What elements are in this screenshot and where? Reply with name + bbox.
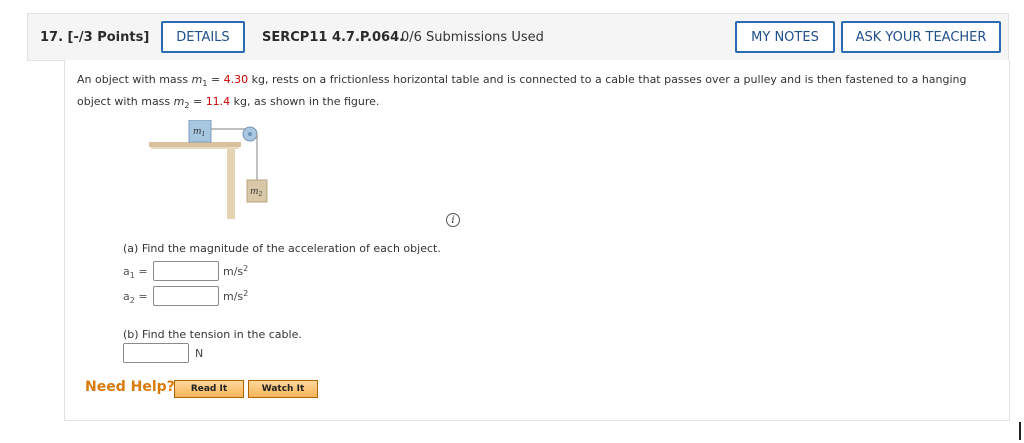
m1-subscript: 1 xyxy=(202,79,208,88)
problem-text-3: kg, as shown in the figure. xyxy=(230,95,380,108)
a1-answer-row: a1 = m/s2 xyxy=(123,260,248,282)
table-top xyxy=(149,142,241,147)
pulley-figure: m1 m2 xyxy=(149,120,268,219)
table-leg xyxy=(227,149,235,219)
part-b-prompt: (b) Find the tension in the cable. xyxy=(123,328,302,341)
problem-statement: An object with mass m1 = 4.30 kg, rests … xyxy=(77,69,997,113)
pulley-axle xyxy=(248,132,252,136)
m2-subscript: 2 xyxy=(184,101,190,110)
question-header: 17. [-/3 Points] DETAILS SERCP11 4.7.P.0… xyxy=(27,13,1009,61)
my-notes-button[interactable]: MY NOTES xyxy=(735,21,835,53)
submissions-count: 0/6 Submissions Used xyxy=(401,30,544,45)
m1-value: 4.30 xyxy=(223,73,249,86)
a1-unit: m/s2 xyxy=(223,263,249,278)
equals-2: = xyxy=(189,95,206,108)
a1-answer-input[interactable] xyxy=(153,261,219,281)
m2-symbol: m xyxy=(173,95,185,108)
part-a-prompt: (a) Find the magnitude of the accelerati… xyxy=(123,242,441,255)
info-icon[interactable]: i xyxy=(446,213,460,227)
equals-1: = xyxy=(207,73,224,86)
problem-text-1: An object with mass xyxy=(77,73,192,86)
m1-symbol: m xyxy=(191,73,203,86)
question-body: An object with mass m1 = 4.30 kg, rests … xyxy=(64,60,1010,421)
need-help-label: Need Help? xyxy=(85,379,175,395)
a2-answer-row: a2 = m/s2 xyxy=(123,285,248,307)
ask-your-teacher-button[interactable]: ASK YOUR TEACHER xyxy=(841,21,1001,53)
a2-label: a2 = xyxy=(123,289,148,305)
question-number: 17. [-/3 Points] xyxy=(40,30,150,45)
details-button[interactable]: DETAILS xyxy=(161,21,245,53)
question-code: SERCP11 4.7.P.064. xyxy=(262,30,405,45)
a1-label: a1 = xyxy=(123,264,148,280)
m2-value: 11.4 xyxy=(205,95,231,108)
a2-unit: m/s2 xyxy=(223,288,249,303)
tension-answer-row: N xyxy=(123,342,203,364)
table-edge xyxy=(151,147,239,149)
a2-answer-input[interactable] xyxy=(153,286,219,306)
tension-unit: N xyxy=(195,346,204,360)
read-it-button[interactable]: Read It xyxy=(174,380,244,398)
text-cursor xyxy=(1019,422,1021,440)
watch-it-button[interactable]: Watch It xyxy=(248,380,318,398)
tension-answer-input[interactable] xyxy=(123,343,189,363)
